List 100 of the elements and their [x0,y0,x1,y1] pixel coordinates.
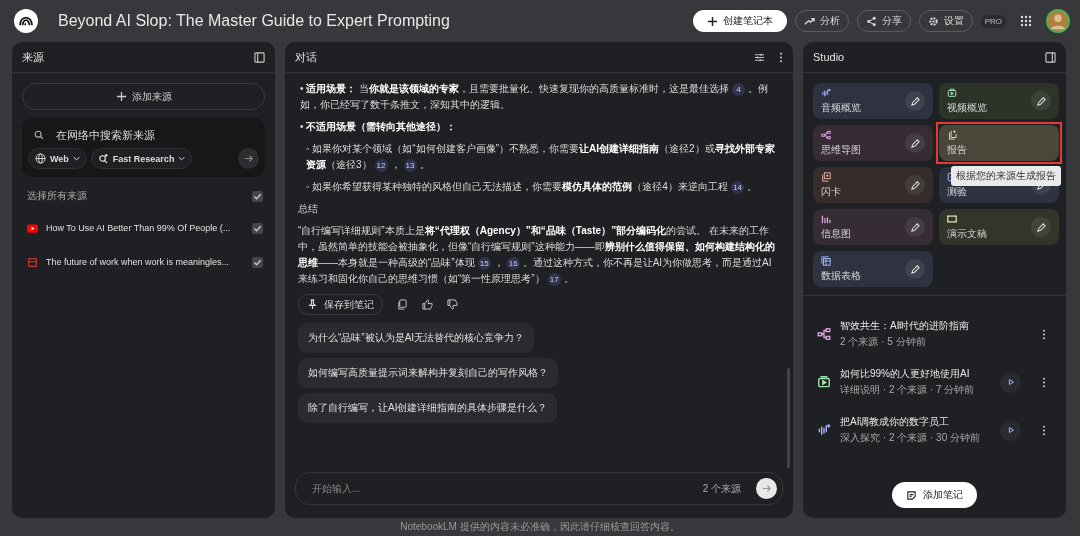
answer-paragraph: “自行编写详细规则”本质上是将“代理权（Agency）”和“品味（Taste）”部分编码化的尝试。 在未来的工作中，虽然简单的技能会被抽象化，但像“自行编写规则”这种能力——即辨别什么值得保留、如何构建结构化的思维——本身就是一种高级的“品味”体现 15 ， 16 。通过这种方式，你不再是让AI为你做思考，而是通过AI来练习和固化你自己的思维习惯（如“第一性原理思考”） 17 。 [298,224,776,287]
mindmap-icon [817,327,831,341]
plus-icon [115,91,127,102]
plus-icon [706,15,718,27]
citation-badge[interactable]: 14 [730,181,744,194]
audio-icon [821,87,831,98]
more-icon[interactable] [1042,424,1046,436]
studio-tile[interactable]: 视频概览 [939,83,1059,119]
answer-paragraph: • 适用场景： 当你就是该领域的专家，且需要批量化、快速复现你的高质量标准时，这是最佳选择 4 。例如，你已经写了数千条推文，深知其中的逻辑。 [299,82,770,112]
studio-tile[interactable]: 思维导图 [813,125,933,161]
studio-tile[interactable]: 音频概览 [813,83,933,119]
tune-icon[interactable] [754,51,765,63]
thumbs-down-icon[interactable] [447,299,458,310]
search-option-dropdown[interactable]: Web [28,148,87,169]
checkbox[interactable] [252,190,263,202]
note-title[interactable]: 智效共生：AI时代的进阶指南 [840,319,1033,333]
submit-arrow-button[interactable] [238,148,259,169]
suggested-question[interactable]: 除了自行编写，让AI创建详细指南的具体步骤是什么？ [298,393,558,423]
document-source-icon [27,257,38,267]
panel-title: 对话 [295,49,317,65]
panel-title: 来源 [22,49,44,65]
note-meta: 深入探究 · 2 个来源 · 30 分钟前 [840,431,981,445]
citation-badge[interactable]: 4 [732,83,746,96]
search-option-dropdown[interactable]: Fast Research [90,148,193,169]
panel-title: Studio [813,51,845,63]
note-meta: 详细说明 · 2 个来源 · 7 分钟前 [840,383,976,397]
edit-icon[interactable] [1035,95,1047,107]
answer-paragraph: • 不适用场景（需转向其他途径）： [299,120,457,134]
avatar[interactable] [1046,9,1070,33]
citation-badge[interactable]: 16 [506,257,520,270]
more-icon[interactable] [1042,328,1046,340]
studio-tile[interactable]: 闪卡 [813,167,933,203]
audio-icon [817,423,831,437]
pin-icon [307,299,318,310]
source-title[interactable]: The future of work when work is meaningles... [46,257,244,267]
pro-badge: PRO [980,14,1006,28]
disclaimer-text: NotebookLM 提供的内容未必准确，因此请仔细核查回答内容。 [399,520,681,534]
arrow-icon [243,153,254,164]
copy-icon[interactable] [397,299,408,310]
edit-icon[interactable] [909,221,921,233]
more-icon[interactable] [1042,376,1046,388]
trend-icon [803,15,815,27]
answer-paragraph: ◦ 如果你希望获得某种独特的风格但自己无法描述，你需要模仿具体的范例（途径4）来逆向工程 14 。 [305,180,757,195]
studio-tile[interactable]: 信息图 [813,209,933,245]
video-source-icon [27,223,38,233]
caret-icon [72,156,80,161]
play-button[interactable] [1000,371,1021,393]
create-notebook-button[interactable]: 创建笔记本 [692,10,787,32]
report-icon [947,129,957,140]
more-icon[interactable] [779,51,783,63]
web-search-field[interactable]: 在网络中搜索新来源 [54,128,253,142]
logo-icon[interactable] [14,9,38,33]
suggested-question[interactable]: 为什么“品味”被认为是AI无法替代的核心竞争力？ [298,323,535,353]
infographic-icon [821,213,831,224]
edit-icon[interactable] [909,263,921,275]
citation-badge[interactable]: 13 [403,159,417,172]
studio-tile[interactable]: 报告 [939,125,1059,161]
panel-toggle-icon[interactable] [1045,51,1056,63]
checkbox[interactable] [252,222,263,234]
send-button[interactable] [756,478,777,499]
settings-icon [927,15,939,27]
edit-icon[interactable] [909,137,921,149]
studio-tile[interactable]: 数据表格 [813,251,933,287]
answer-paragraph: 总结 [298,202,318,216]
thumbs-up-icon[interactable] [422,299,433,310]
note-title[interactable]: 把AI调教成你的数字员工 [840,415,991,429]
tooltip: 根据您的来源生成报告 [951,166,1061,186]
video-icon [947,87,957,98]
edit-icon[interactable] [909,179,921,191]
source-count: 2 个来源 [702,481,741,496]
slides-icon [947,213,957,224]
chat-input-field[interactable]: 开始输入... 2 个来源 [295,472,783,505]
answer-paragraph: ◦ 如果你对某个领域（如“如何创建客户画像”）不熟悉，你需要让AI创建详细指南（途径2）或寻找外部专家资源（途径3） 12 ， 13 。 [305,142,776,173]
arrow-icon [761,483,772,494]
note-meta: 2 个来源 · 5 分钟前 [840,335,927,349]
panel-toggle-icon[interactable] [254,51,265,63]
citation-badge[interactable]: 15 [477,257,491,270]
flashcard-icon [821,171,831,182]
mindmap-icon [821,129,831,140]
apps-grid-icon[interactable] [1020,15,1032,27]
select-all-label: 选择所有来源 [27,189,88,203]
edit-icon[interactable] [909,95,921,107]
edit-icon[interactable] [1035,221,1047,233]
citation-badge[interactable]: 17 [547,273,561,286]
globe-icon [35,153,46,164]
caret-icon [178,156,186,161]
note-icon [906,489,917,501]
play-button[interactable] [1000,419,1021,441]
table-icon [821,255,831,266]
suggested-question[interactable]: 如何编写高质量提示词来解构并复刻自己的写作风格？ [298,358,558,388]
citation-badge[interactable]: 12 [374,159,388,172]
add-note-button[interactable]: 添加笔记 [892,482,977,508]
video-icon [817,375,831,389]
studio-tile[interactable]: 演示文稿 [939,209,1059,245]
message-field[interactable]: 开始输入... [310,482,703,495]
note-title[interactable]: 如何比99%的人更好地使用AI [840,367,991,381]
checkbox[interactable] [252,256,263,268]
notebook-title: Beyond AI Slop: The Master Guide to Expert Prompting [58,12,450,30]
source-title[interactable]: How To Use AI Better Than 99% Of People (... [46,223,244,233]
sparkle-search-icon [97,153,109,164]
